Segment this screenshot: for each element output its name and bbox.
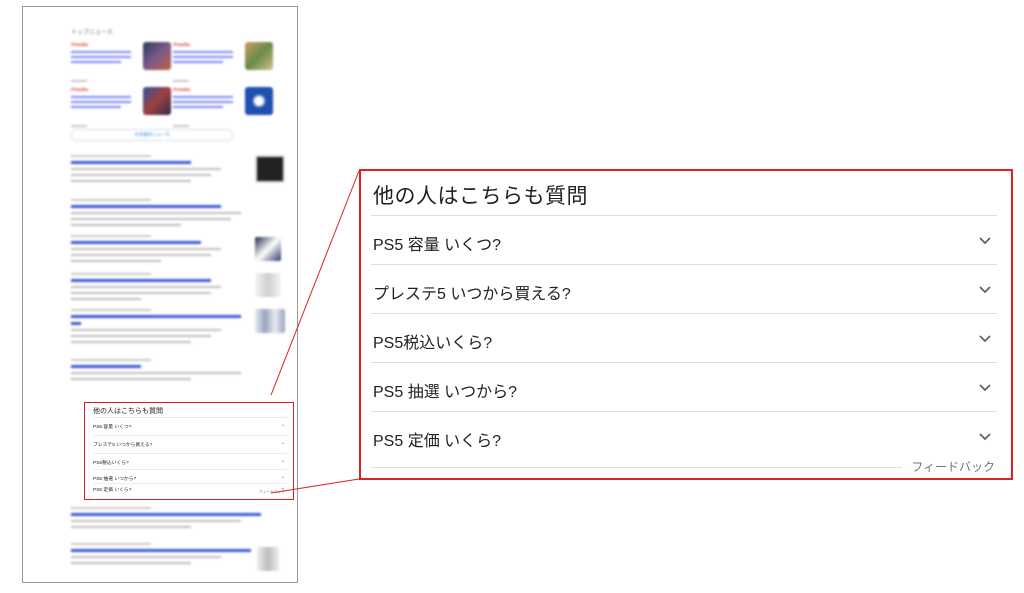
mini-paa-question-label: PS5 抽選 いつから? xyxy=(93,477,137,482)
chevron-down-icon xyxy=(979,384,991,392)
chevron-down-icon xyxy=(979,237,991,245)
more-news-button[interactable]: その他のニュース xyxy=(71,129,233,141)
mini-people-also-ask-box: 他の人はこちらも質問 PS5 容量 いくつ? ⌄ プレステ5 いつから買える? ⌄ … xyxy=(84,402,294,500)
search-result[interactable] xyxy=(71,543,251,564)
chevron-down-icon: ⌄ xyxy=(280,440,285,446)
search-result[interactable] xyxy=(71,507,261,528)
mini-feedback-link[interactable]: フィードバック xyxy=(258,490,285,495)
chevron-down-icon: ⌄ xyxy=(280,474,285,480)
paa-question-row[interactable]: PS5 容量 いくつ? xyxy=(371,215,997,264)
paa-question-label: PS5 定価 いくら? xyxy=(373,433,502,450)
paa-question-row[interactable]: プレステ5 いつから買える? xyxy=(371,264,997,313)
result-thumbnail xyxy=(255,155,285,183)
paa-question-label: PS5 容量 いくつ? xyxy=(373,237,502,254)
chevron-down-icon: ⌄ xyxy=(280,422,285,428)
news-card[interactable]: ITmedia xyxy=(71,42,171,92)
mini-paa-question-label: PS5税込いくら? xyxy=(93,461,129,466)
chevron-down-icon xyxy=(979,433,991,441)
result-thumbnail xyxy=(257,547,279,571)
paa-question-label: プレステ5 いつから買える? xyxy=(373,286,571,303)
search-results-page-thumbnail: トップニュース ITmedia ITmedia ITmedia ITmedia … xyxy=(22,6,298,583)
search-result[interactable] xyxy=(71,273,241,300)
search-result[interactable] xyxy=(71,235,241,262)
people-also-ask-panel: 他の人はこちらも質問 PS5 容量 いくつ? プレステ5 いつから買える? PS… xyxy=(359,169,1013,480)
chevron-down-icon: ⌄ xyxy=(280,458,285,464)
news-source: ITmedia xyxy=(71,42,89,47)
news-thumbnail xyxy=(143,87,171,115)
search-result[interactable] xyxy=(71,199,241,226)
paa-question-row[interactable]: PS5税込いくら? xyxy=(371,313,997,362)
feedback-link[interactable]: フィードバック xyxy=(911,458,995,475)
result-thumbnail xyxy=(255,309,285,333)
mini-paa-question[interactable]: プレステ5 いつから買える? ⌄ xyxy=(93,435,287,453)
news-source: ITmedia xyxy=(71,87,89,92)
news-source: ITmedia xyxy=(173,87,191,92)
chevron-down-icon xyxy=(979,335,991,343)
news-thumbnail xyxy=(245,87,273,115)
paa-title: 他の人はこちらも質問 xyxy=(373,185,588,208)
news-source: ITmedia xyxy=(173,42,191,47)
news-thumbnail xyxy=(245,42,273,70)
paa-question-label: PS5税込いくら? xyxy=(373,335,493,352)
news-thumbnail xyxy=(143,42,171,70)
chevron-down-icon xyxy=(979,286,991,294)
news-card[interactable]: ITmedia xyxy=(173,42,273,92)
mini-paa-title: 他の人はこちらも質問 xyxy=(93,408,163,415)
result-thumbnail xyxy=(255,237,281,261)
top-news-heading: トップニュース xyxy=(71,30,113,36)
mini-paa-question-label: PS5 定価 いくら? xyxy=(93,488,132,493)
search-result[interactable] xyxy=(71,359,241,380)
mini-paa-question[interactable]: PS5 容量 いくつ? ⌄ xyxy=(93,417,287,435)
paa-question-label: PS5 抽選 いつから? xyxy=(373,384,518,401)
mini-paa-question-label: PS5 容量 いくつ? xyxy=(93,425,132,430)
mini-paa-question-label: プレステ5 いつから買える? xyxy=(93,443,153,448)
result-thumbnail xyxy=(255,273,281,297)
divider xyxy=(371,467,902,468)
search-result[interactable] xyxy=(71,309,241,343)
search-result[interactable] xyxy=(71,155,241,182)
paa-question-row[interactable]: PS5 定価 いくら? xyxy=(371,411,997,460)
paa-question-row[interactable]: PS5 抽選 いつから? xyxy=(371,362,997,411)
